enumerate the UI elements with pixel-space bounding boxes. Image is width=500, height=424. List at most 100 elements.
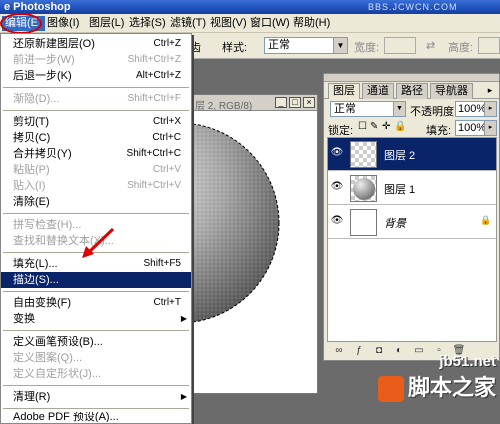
menu-separator — [3, 330, 189, 331]
tab-paths[interactable]: 路径 — [396, 83, 428, 99]
panel-menu-icon[interactable]: ▸ — [484, 85, 496, 96]
shortcut: Ctrl+V — [152, 164, 181, 175]
menu-filter[interactable]: 滤镜(T) — [167, 16, 209, 31]
menu-item-purge[interactable]: 清理(R) ▶ — [1, 389, 191, 405]
layer-style-icon[interactable]: ƒ — [352, 345, 366, 356]
menu-layer[interactable]: 图层(L) — [86, 16, 127, 31]
layer-row[interactable]: 👁 图层 1 — [328, 172, 496, 205]
menu-item-clear[interactable]: 清除(E) — [1, 194, 191, 210]
blend-mode-select[interactable]: 正常 ▼ — [330, 101, 406, 117]
shortcut: Ctrl+T — [153, 297, 182, 308]
menu-item-transform[interactable]: 变换 ▶ — [1, 311, 191, 327]
close-icon[interactable]: × — [303, 97, 315, 108]
menu-item-free-transform[interactable]: 自由变换(F) Ctrl+T — [1, 295, 191, 311]
menu-view[interactable]: 视图(V) — [207, 16, 250, 31]
menu-item-paste[interactable]: 粘贴(P) Ctrl+V — [1, 162, 191, 178]
menu-item-label: 描边(S)... — [13, 274, 59, 286]
menu-help[interactable]: 帮助(H) — [290, 16, 333, 31]
menu-item-copy-merged[interactable]: 合并拷贝(Y) Shift+Ctrl+C — [1, 146, 191, 162]
lock-icon: 🔒 — [480, 215, 492, 225]
menu-item-label: 定义自定形状(J)... — [13, 368, 101, 380]
eye-icon[interactable]: 👁 — [330, 180, 344, 194]
width-field[interactable] — [384, 37, 416, 54]
red-arrow-pointer — [82, 227, 115, 258]
panel-tabs: 图层 通道 路径 导航器 ▸ — [324, 82, 499, 99]
menu-item-define-pattern[interactable]: 定义图案(Q)... — [1, 350, 191, 366]
menu-separator — [3, 408, 189, 409]
layers-panel: 图层 通道 路径 导航器 ▸ 正常 ▼ 不透明度: 100% ▸ 锁定: ☐ ✎… — [323, 73, 500, 361]
title-watermark: BBS.JCWCN.COM — [368, 2, 458, 12]
menu-image[interactable]: 图像(I) — [44, 16, 82, 31]
maximize-icon[interactable]: □ — [289, 97, 301, 108]
sphere-thumb — [353, 178, 375, 200]
menu-item-label: 变换 — [13, 313, 35, 325]
menu-item-label: 贴入(I) — [13, 180, 46, 192]
fill-field[interactable]: 100% ▸ — [455, 120, 497, 136]
panel-grip[interactable] — [324, 74, 499, 82]
menu-separator — [3, 110, 189, 111]
eye-icon[interactable]: 👁 — [330, 214, 344, 228]
style-select[interactable]: 正常 ▼ — [264, 37, 348, 54]
link-icon[interactable]: ∞ — [332, 345, 346, 356]
menu-item-step-forward[interactable]: 前进一步(W) Shift+Ctrl+Z — [1, 52, 191, 68]
menu-item-label: Adobe PDF 预设(A)... — [13, 412, 119, 422]
menu-select[interactable]: 选择(S) — [126, 16, 169, 31]
menu-item-label: 合并拷贝(Y) — [13, 148, 72, 160]
chevron-down-icon: ▼ — [333, 38, 347, 53]
opacity-field[interactable]: 100% ▸ — [455, 101, 497, 117]
document-window: 层 2, RGB/8) _ □ × — [188, 94, 318, 394]
menu-bar: 编辑(E) 图像(I) 图层(L) 选择(S) 滤镜(T) 视图(V) 窗口(W… — [0, 14, 500, 33]
minimize-icon[interactable]: _ — [275, 97, 287, 108]
menu-item-step-backward[interactable]: 后退一步(K) Alt+Ctrl+Z — [1, 68, 191, 84]
opacity-value: 100% — [458, 103, 487, 115]
menu-item-label: 拼写检查(H)... — [13, 219, 82, 231]
sphere-image — [189, 123, 280, 323]
menu-item-copy[interactable]: 拷贝(C) Ctrl+C — [1, 130, 191, 146]
menu-separator — [3, 385, 189, 386]
layer-name: 图层 2 — [384, 150, 416, 162]
lock-label: 锁定: — [328, 125, 354, 137]
lock-paint-icon[interactable]: ✎ — [370, 121, 378, 132]
menu-item-label: 清除(E) — [13, 196, 50, 208]
menu-item-undo[interactable]: 还原新建图层(O) Ctrl+Z — [1, 36, 191, 52]
width-label: 宽度: — [354, 42, 380, 54]
menu-item-label: 前进一步(W) — [13, 54, 75, 66]
shortcut: Shift+F5 — [143, 258, 181, 269]
menu-item-cut[interactable]: 剪切(T) Ctrl+X — [1, 114, 191, 130]
menu-item-label: 拷贝(C) — [13, 132, 51, 144]
menu-item-stroke[interactable]: 描边(S)... — [1, 272, 191, 288]
menu-item-define-brush[interactable]: 定义画笔预设(B)... — [1, 334, 191, 350]
menu-item-paste-into[interactable]: 贴入(I) Shift+Ctrl+V — [1, 178, 191, 194]
menu-item-fade[interactable]: 渐隐(D)... Shift+Ctrl+F — [1, 91, 191, 107]
watermark-domain: jb51.net — [439, 352, 496, 370]
watermark-brand: 脚本之家 — [407, 374, 496, 400]
menu-item-label: 还原新建图层(O) — [13, 38, 95, 50]
shortcut: Shift+Ctrl+V — [127, 180, 181, 191]
tab-layers[interactable]: 图层 — [328, 83, 360, 99]
shortcut: Alt+Ctrl+Z — [135, 70, 181, 81]
options-bar: 齿 样式: 正常 ▼ 宽度: ⇄ 高度: — [188, 33, 500, 59]
lock-all-icon[interactable]: 🔒 — [394, 121, 406, 132]
lock-transparency-icon[interactable]: ☐ — [358, 121, 367, 132]
layer-row[interactable]: 👁 背景 🔒 — [328, 206, 496, 239]
height-field[interactable] — [478, 37, 500, 54]
tab-navigator[interactable]: 导航器 — [430, 83, 473, 99]
opacity-label: 不透明度: — [410, 106, 458, 118]
menu-item-define-shape[interactable]: 定义自定形状(J)... — [1, 366, 191, 382]
swap-icon[interactable]: ⇄ — [426, 39, 435, 52]
fill-value: 100% — [458, 122, 487, 134]
menu-window[interactable]: 窗口(W) — [247, 16, 293, 31]
menu-item-pdf-presets[interactable]: Adobe PDF 预设(A)... — [1, 412, 191, 422]
eye-icon[interactable]: 👁 — [330, 146, 344, 160]
layer-name: 图层 1 — [384, 184, 416, 196]
lock-move-icon[interactable]: ✛ — [382, 121, 390, 132]
menu-item-label: 定义画笔预设(B)... — [13, 336, 103, 348]
tab-channels[interactable]: 通道 — [362, 83, 394, 99]
menu-item-label: 定义图案(Q)... — [13, 352, 83, 364]
layer-row[interactable]: 👁 图层 2 — [328, 138, 496, 171]
canvas[interactable] — [189, 111, 317, 393]
menu-item-label: 剪切(T) — [13, 116, 50, 128]
menu-item-label: 后退一步(K) — [13, 70, 72, 82]
menu-item-label: 自由变换(F) — [13, 297, 72, 309]
blend-mode-value: 正常 — [334, 103, 356, 115]
